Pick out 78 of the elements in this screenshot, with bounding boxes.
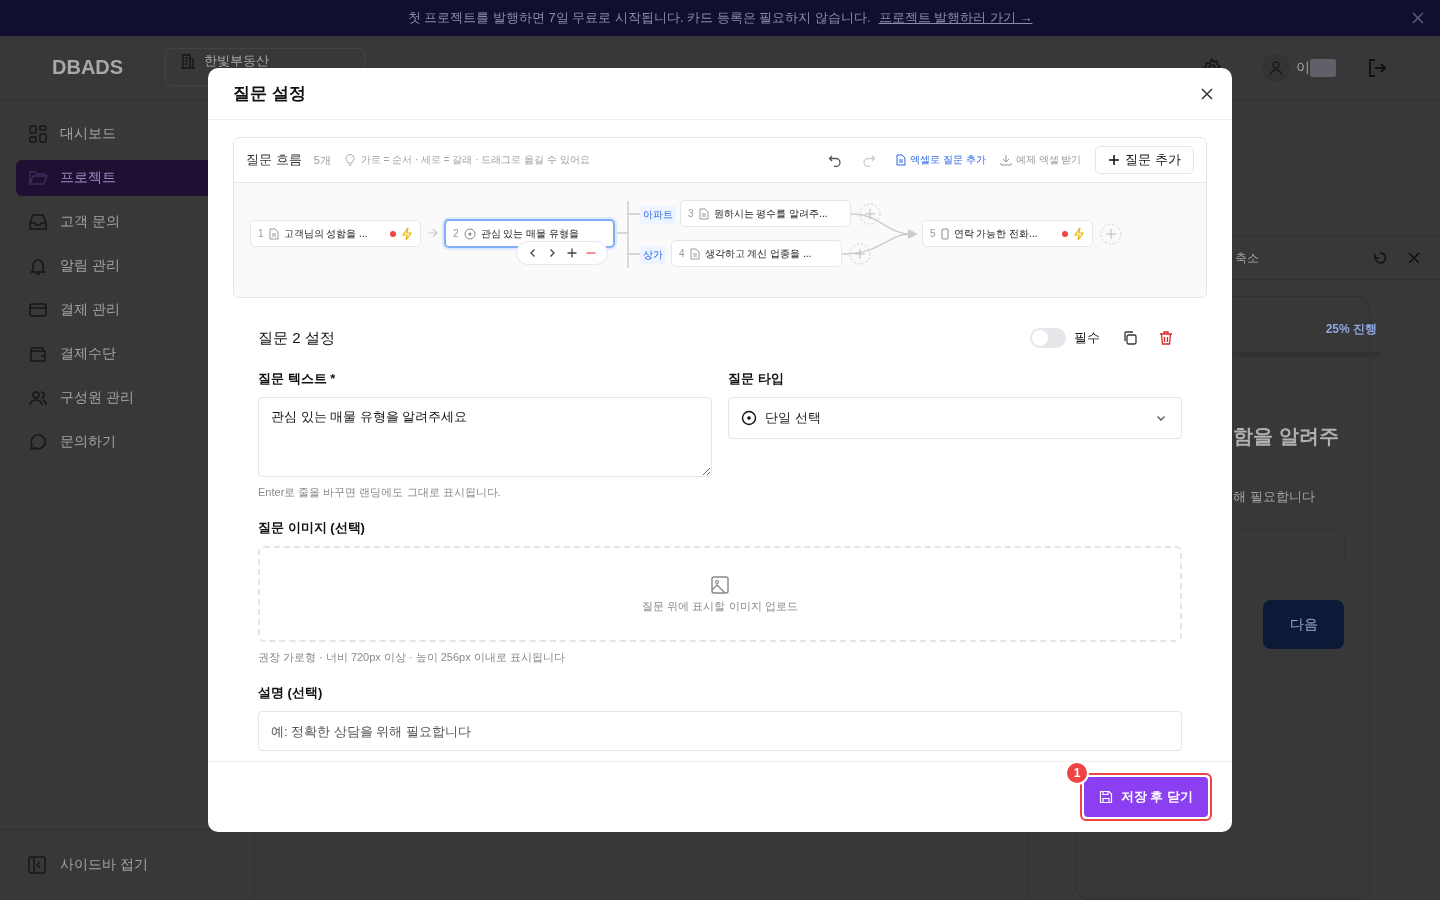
nav-icon bbox=[28, 344, 48, 364]
description-field[interactable]: 예: 정확한 상담을 위해 필요합니다 bbox=[258, 711, 1182, 751]
document-icon bbox=[268, 227, 279, 240]
field-label: 질문 이미지 (선택) bbox=[258, 519, 366, 537]
step-badge: 1 bbox=[1065, 761, 1089, 785]
image-upload-area[interactable]: 질문 위에 표시할 이미지 업로드 bbox=[258, 546, 1182, 642]
required-toggle[interactable] bbox=[1030, 328, 1066, 348]
connector-arrow bbox=[427, 228, 438, 238]
branch-tag: 상가 bbox=[640, 246, 666, 264]
question-heading: 함을 알려주 bbox=[1233, 424, 1340, 449]
field-label: 설명 (선택) bbox=[258, 684, 324, 702]
download-icon bbox=[999, 154, 1012, 166]
field-label: 질문 타입 bbox=[728, 370, 785, 388]
branch-tag: 아파트 bbox=[640, 206, 676, 224]
close-icon[interactable] bbox=[1200, 86, 1214, 101]
add-question-button[interactable]: 질문 추가 bbox=[1095, 146, 1194, 174]
shrink-label[interactable]: 축소 bbox=[1235, 249, 1259, 267]
plus-icon bbox=[1108, 154, 1121, 166]
radio-icon bbox=[741, 410, 757, 426]
sidebar-collapse-icon bbox=[28, 856, 46, 874]
required-label: 필수 bbox=[1074, 329, 1100, 347]
undo-icon[interactable] bbox=[828, 153, 843, 167]
plus-icon[interactable] bbox=[566, 248, 577, 258]
nav-icon bbox=[28, 124, 48, 144]
add-node-icon[interactable] bbox=[849, 243, 871, 265]
building-icon bbox=[180, 53, 197, 69]
question-type-select[interactable]: 단일 선택 bbox=[728, 397, 1182, 439]
banner-text: 첫 프로젝트를 발행하면 7일 무료로 시작됩니다. 카드 등록은 필요하지 않습니다. bbox=[407, 9, 871, 27]
sidebar-item[interactable]: 대시보드 bbox=[16, 116, 254, 152]
publish-link[interactable]: 프로젝트 발행하러 가기 → bbox=[878, 9, 1033, 27]
excel-import-link[interactable]: 엑셀로 질문 추가 bbox=[896, 153, 986, 167]
sidebar-item[interactable]: 결제 관리 bbox=[16, 292, 254, 328]
nav-icon bbox=[28, 212, 48, 232]
add-node-icon[interactable] bbox=[859, 203, 881, 225]
nav-icon bbox=[28, 300, 48, 320]
document-icon bbox=[689, 247, 700, 260]
help-text: 권장 가로형 · 너비 720px 이상 · 높이 256px 이내로 표시됩니다 bbox=[258, 650, 566, 665]
redacted-block bbox=[1310, 59, 1336, 77]
download-sample-link[interactable]: 예제 엑셀 받기 bbox=[999, 153, 1082, 167]
redo-icon[interactable] bbox=[862, 153, 877, 167]
question-node[interactable]: 5 연락 가능한 전화... bbox=[922, 220, 1093, 247]
question-count: 5개 bbox=[313, 152, 331, 168]
help-text: Enter로 줄을 바꾸면 랜딩에도 그대로 표시됩니다. bbox=[258, 485, 502, 500]
phone-icon bbox=[940, 227, 949, 240]
nav-icon bbox=[28, 256, 48, 276]
user-name: 이 bbox=[1296, 59, 1310, 77]
document-icon bbox=[698, 207, 709, 220]
add-node-icon[interactable] bbox=[1100, 223, 1122, 245]
logout-icon[interactable] bbox=[1366, 57, 1388, 79]
trash-icon[interactable] bbox=[1158, 330, 1174, 346]
settings-title: 질문 2 설정 bbox=[258, 328, 335, 348]
question-node[interactable]: 4 생각하고 계신 업종을 ... bbox=[671, 240, 842, 267]
save-and-close-button[interactable]: 저장 후 닫기 bbox=[1084, 777, 1208, 817]
answer-field[interactable] bbox=[1233, 528, 1345, 570]
nav-icon bbox=[28, 168, 48, 188]
dialog-title: 질문 설정 bbox=[233, 83, 306, 105]
save-icon bbox=[1098, 790, 1113, 804]
flow-hint: 가로 = 순서 · 세로 = 갈래 · 드래그로 옮길 수 있어요 bbox=[360, 153, 590, 167]
lightbulb-icon bbox=[344, 154, 355, 166]
next-button[interactable]: 다음 bbox=[1263, 600, 1344, 649]
sidebar-item[interactable]: 알림 관리 bbox=[16, 248, 254, 284]
question-description: 해 필요합니다 bbox=[1233, 488, 1316, 506]
copy-icon[interactable] bbox=[1122, 330, 1138, 346]
nav-icon bbox=[28, 432, 48, 452]
question-node[interactable]: 3 원하시는 평수를 알려주... bbox=[680, 200, 851, 227]
spreadsheet-icon bbox=[896, 154, 907, 166]
logo[interactable]: DBADS bbox=[52, 56, 124, 79]
field-label: 질문 텍스트 * bbox=[258, 370, 337, 388]
radio-icon bbox=[463, 227, 476, 240]
question-text-field[interactable]: 관심 있는 매물 유형을 알려주세요 bbox=[258, 397, 712, 477]
question-node[interactable]: 1 고객님의 성함을 ... bbox=[250, 220, 421, 247]
sidebar-item[interactable]: 문의하기 bbox=[16, 424, 254, 460]
image-icon bbox=[710, 574, 730, 595]
sidebar-item[interactable]: 결제수단 bbox=[16, 336, 254, 372]
refresh-icon[interactable] bbox=[1372, 250, 1388, 266]
progress-label: 25% 진행 bbox=[1325, 321, 1377, 338]
nav-icon bbox=[28, 388, 48, 408]
sidebar-item[interactable]: 구성원 관리 bbox=[16, 380, 254, 416]
